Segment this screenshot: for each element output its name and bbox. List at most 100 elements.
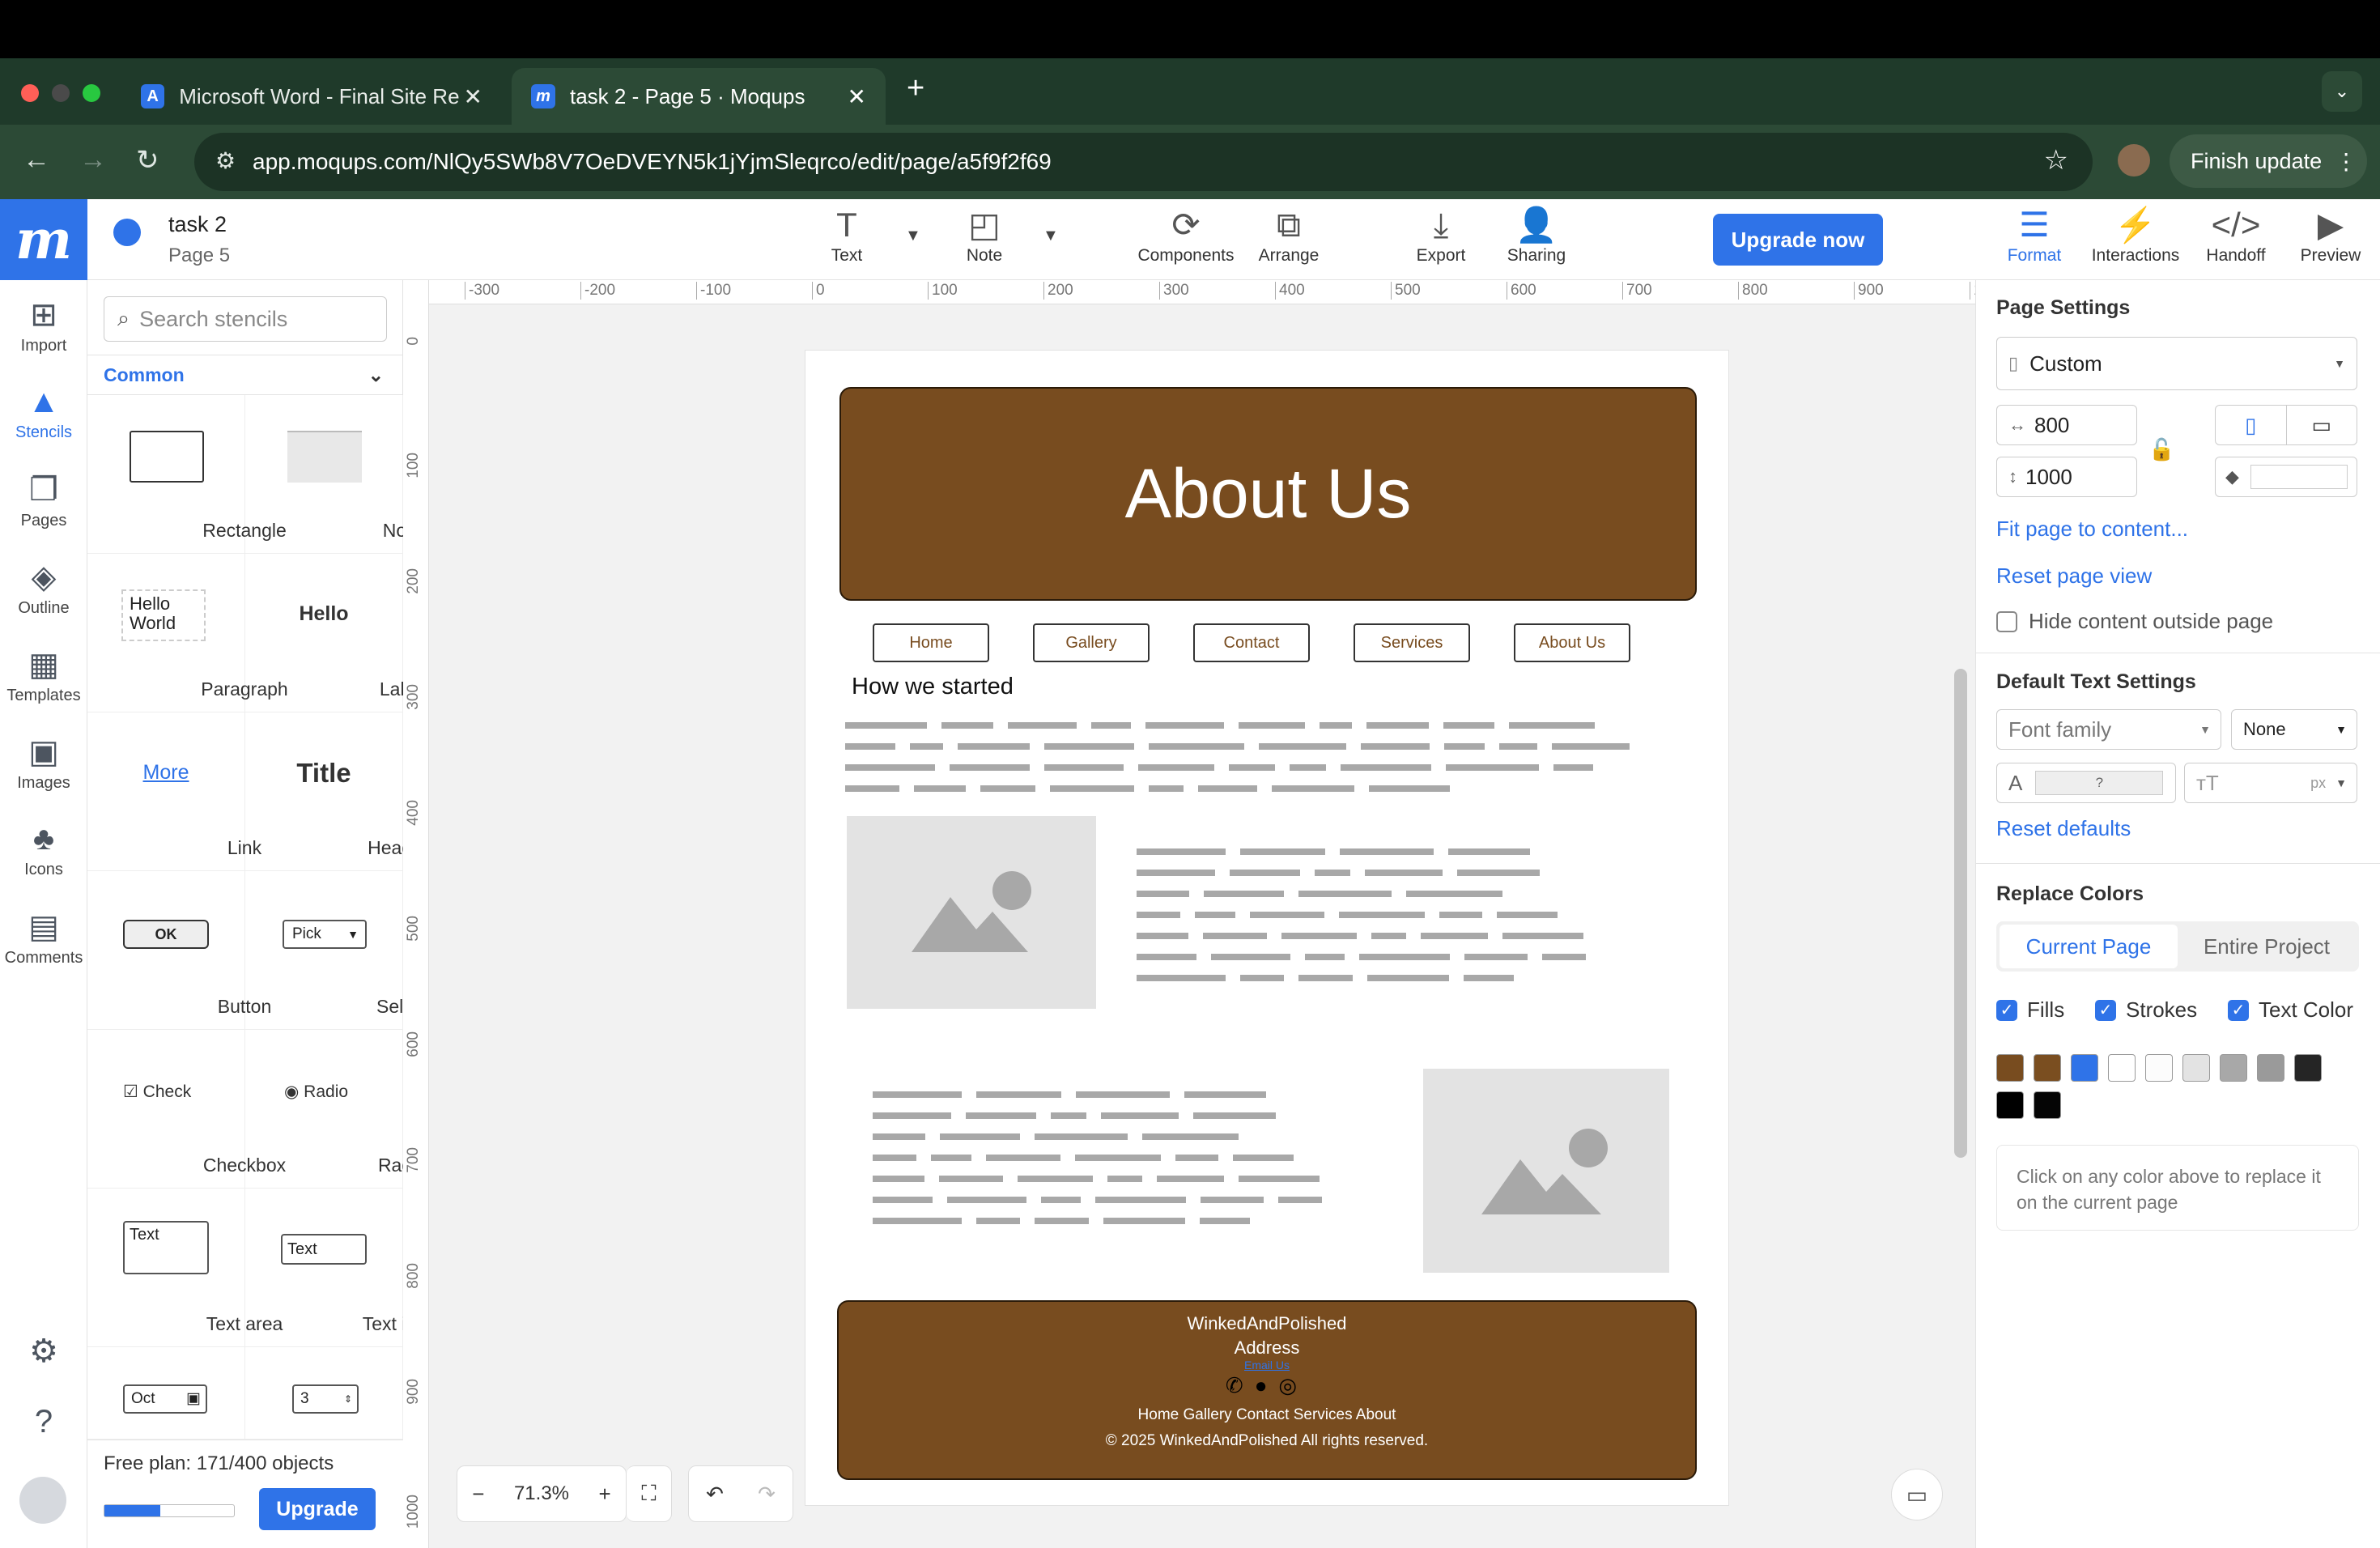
handoff-tab[interactable]: </> Handoff bbox=[2199, 204, 2273, 266]
color-swatch[interactable] bbox=[2034, 1054, 2061, 1082]
preview-tab[interactable]: ▶ Preview bbox=[2294, 204, 2367, 266]
font-family-select[interactable]: Font family ▼ bbox=[1996, 709, 2221, 750]
globe-icon[interactable] bbox=[113, 219, 141, 246]
color-swatch[interactable] bbox=[2257, 1054, 2284, 1082]
note-tool[interactable]: ◰ Note bbox=[960, 204, 1009, 266]
page-size-preset-select[interactable]: ▯ Custom ▼ bbox=[1996, 337, 2357, 390]
page-fill-color[interactable]: ◆ bbox=[2215, 457, 2357, 497]
upgrade-button[interactable]: Upgrade bbox=[259, 1488, 376, 1530]
upgrade-now-button[interactable]: Upgrade now bbox=[1713, 214, 1883, 266]
font-size-field[interactable]: ᴛT px ▼ bbox=[2184, 763, 2357, 803]
text-dropdown-chevron-icon[interactable]: ▼ bbox=[905, 227, 921, 245]
stencil-radio[interactable]: ◉ Radio Radio bbox=[245, 1030, 427, 1189]
facebook-icon[interactable]: ● bbox=[1255, 1373, 1279, 1397]
color-swatch[interactable] bbox=[1996, 1091, 2024, 1119]
text-color-checkbox[interactable]: ✓ Text Color bbox=[2228, 997, 2353, 1023]
interactions-tab[interactable]: ⚡ Interactions bbox=[2089, 204, 2182, 266]
entire-project-tab[interactable]: Entire Project bbox=[2178, 925, 2356, 968]
color-swatch[interactable] bbox=[2071, 1054, 2098, 1082]
close-tab-icon[interactable]: ✕ bbox=[848, 83, 866, 110]
font-weight-select[interactable]: None ▼ bbox=[2231, 709, 2357, 750]
page-height-input[interactable]: ↕ 1000 bbox=[1996, 457, 2137, 497]
export-tool[interactable]: ⤓ Export bbox=[1410, 204, 1472, 266]
color-swatch[interactable] bbox=[2220, 1054, 2247, 1082]
nav-comments[interactable]: ▤ Comments bbox=[0, 908, 87, 968]
tab-microsoft-word[interactable]: A Microsoft Word - Final Site Re ✕ bbox=[121, 68, 502, 125]
project-title[interactable]: task 2 bbox=[168, 212, 227, 237]
fills-checkbox[interactable]: ✓ Fills bbox=[1996, 997, 2064, 1023]
nav-images[interactable]: ▣ Images bbox=[0, 734, 87, 793]
color-swatch[interactable] bbox=[2182, 1054, 2210, 1082]
mock-footer[interactable]: WinkedAndPolished Address Email Us ✆●◎ H… bbox=[837, 1300, 1697, 1480]
hide-content-checkbox[interactable]: Hide content outside page bbox=[1996, 609, 2273, 634]
page-width-input[interactable]: ↔ 800 bbox=[1996, 405, 2137, 445]
more-vert-icon[interactable]: ⋮ bbox=[2335, 148, 2357, 175]
lock-ratio-icon[interactable]: 🔓 bbox=[2148, 437, 2174, 462]
nav-import[interactable]: ⊞ Import bbox=[0, 296, 87, 355]
stencil-text-area[interactable]: Text Text area bbox=[87, 1189, 283, 1347]
whatsapp-icon[interactable]: ◎ bbox=[1278, 1373, 1308, 1397]
color-swatch[interactable] bbox=[2034, 1091, 2061, 1119]
site-settings-icon[interactable]: ⚙ bbox=[215, 147, 236, 174]
reset-defaults-link[interactable]: Reset defaults bbox=[1996, 816, 2131, 841]
finish-update-button[interactable]: Finish update ⋮ bbox=[2170, 134, 2367, 188]
text-tool[interactable]: T Text bbox=[822, 204, 871, 266]
chat-bubble-icon[interactable]: ▭ bbox=[1891, 1469, 1943, 1520]
tab-list-chevron-icon[interactable]: ⌄ bbox=[2322, 71, 2362, 112]
stencil-select[interactable]: Pick ▼ Select bbox=[245, 871, 428, 1030]
stencil-category-dropdown[interactable]: Common ⌄ bbox=[87, 355, 403, 395]
mock-nav-services[interactable]: Services bbox=[1354, 623, 1470, 662]
minimize-window-button[interactable] bbox=[52, 84, 70, 102]
stencil-heading[interactable]: Title Heading bbox=[245, 712, 437, 871]
nav-icons[interactable]: ♣ Icons bbox=[0, 821, 87, 879]
fit-screen-button[interactable]: ⛶ bbox=[627, 1465, 672, 1522]
nav-pages[interactable]: ❐ Pages bbox=[0, 471, 87, 530]
stencil-paragraph[interactable]: Hello World Paragraph bbox=[87, 554, 288, 712]
settings-button[interactable]: ⚙ bbox=[0, 1333, 87, 1373]
mock-nav-home[interactable]: Home bbox=[873, 623, 989, 662]
stencil-number-stepper[interactable]: 3 ⇕ bbox=[245, 1347, 403, 1440]
stencil-link[interactable]: More Link bbox=[87, 712, 261, 871]
profile-avatar[interactable] bbox=[2118, 144, 2150, 176]
placeholder-paragraph-1[interactable] bbox=[845, 722, 1663, 795]
close-window-button[interactable] bbox=[21, 84, 39, 102]
current-page-tab[interactable]: Current Page bbox=[2000, 925, 2178, 968]
color-swatch[interactable] bbox=[2294, 1054, 2322, 1082]
fit-page-link[interactable]: Fit page to content... bbox=[1996, 517, 2188, 542]
arrange-tool[interactable]: ⧉ Arrange bbox=[1256, 204, 1321, 266]
footer-email-link[interactable]: Email Us bbox=[839, 1359, 1695, 1372]
help-button[interactable]: ? bbox=[0, 1404, 87, 1444]
bookmark-star-icon[interactable]: ☆ bbox=[2044, 144, 2068, 176]
landscape-icon[interactable]: ▭ bbox=[2287, 406, 2357, 444]
color-swatch[interactable] bbox=[2108, 1054, 2136, 1082]
undo-icon[interactable]: ↶ bbox=[706, 1482, 724, 1507]
moqups-logo-icon[interactable]: m bbox=[0, 199, 87, 280]
nav-stencils[interactable]: ▲ Stencils bbox=[0, 384, 87, 442]
strokes-checkbox[interactable]: ✓ Strokes bbox=[2095, 997, 2197, 1023]
placeholder-paragraph-3[interactable] bbox=[873, 1091, 1326, 1229]
zoom-level[interactable]: 71.3% bbox=[514, 1482, 569, 1505]
page-name[interactable]: Page 5 bbox=[168, 245, 230, 267]
color-swatch[interactable] bbox=[2145, 1054, 2173, 1082]
address-bar[interactable]: ⚙ app.moqups.com/NlQy5SWb8V7OeDVEYN5k1jY… bbox=[194, 133, 2093, 191]
mock-nav-about[interactable]: About Us bbox=[1514, 623, 1630, 662]
forward-arrow-icon[interactable]: → bbox=[79, 144, 107, 176]
stencil-text-input[interactable]: Text Text input bbox=[245, 1189, 442, 1347]
mock-nav-gallery[interactable]: Gallery bbox=[1033, 623, 1150, 662]
note-dropdown-chevron-icon[interactable]: ▼ bbox=[1043, 227, 1059, 245]
reset-page-view-link[interactable]: Reset page view bbox=[1996, 563, 2152, 589]
maximize-window-button[interactable] bbox=[83, 84, 100, 102]
tab-moqups[interactable]: m task 2 - Page 5 · Moqups ✕ bbox=[512, 68, 886, 125]
nav-templates[interactable]: ▦ Templates bbox=[0, 646, 87, 705]
mock-nav-contact[interactable]: Contact bbox=[1193, 623, 1310, 662]
back-arrow-icon[interactable]: ← bbox=[23, 144, 50, 176]
color-swatch[interactable] bbox=[1996, 1054, 2024, 1082]
section-title[interactable]: How we started bbox=[852, 674, 1014, 700]
phone-icon[interactable]: ✆ bbox=[1226, 1373, 1255, 1397]
close-tab-icon[interactable]: ✕ bbox=[464, 83, 482, 110]
image-placeholder-1[interactable] bbox=[847, 816, 1096, 1009]
reload-icon[interactable]: ↻ bbox=[136, 144, 159, 176]
image-placeholder-2[interactable] bbox=[1423, 1069, 1669, 1273]
stencil-note[interactable]: Note bbox=[245, 395, 422, 554]
stencil-label[interactable]: Hello Label bbox=[245, 554, 425, 712]
